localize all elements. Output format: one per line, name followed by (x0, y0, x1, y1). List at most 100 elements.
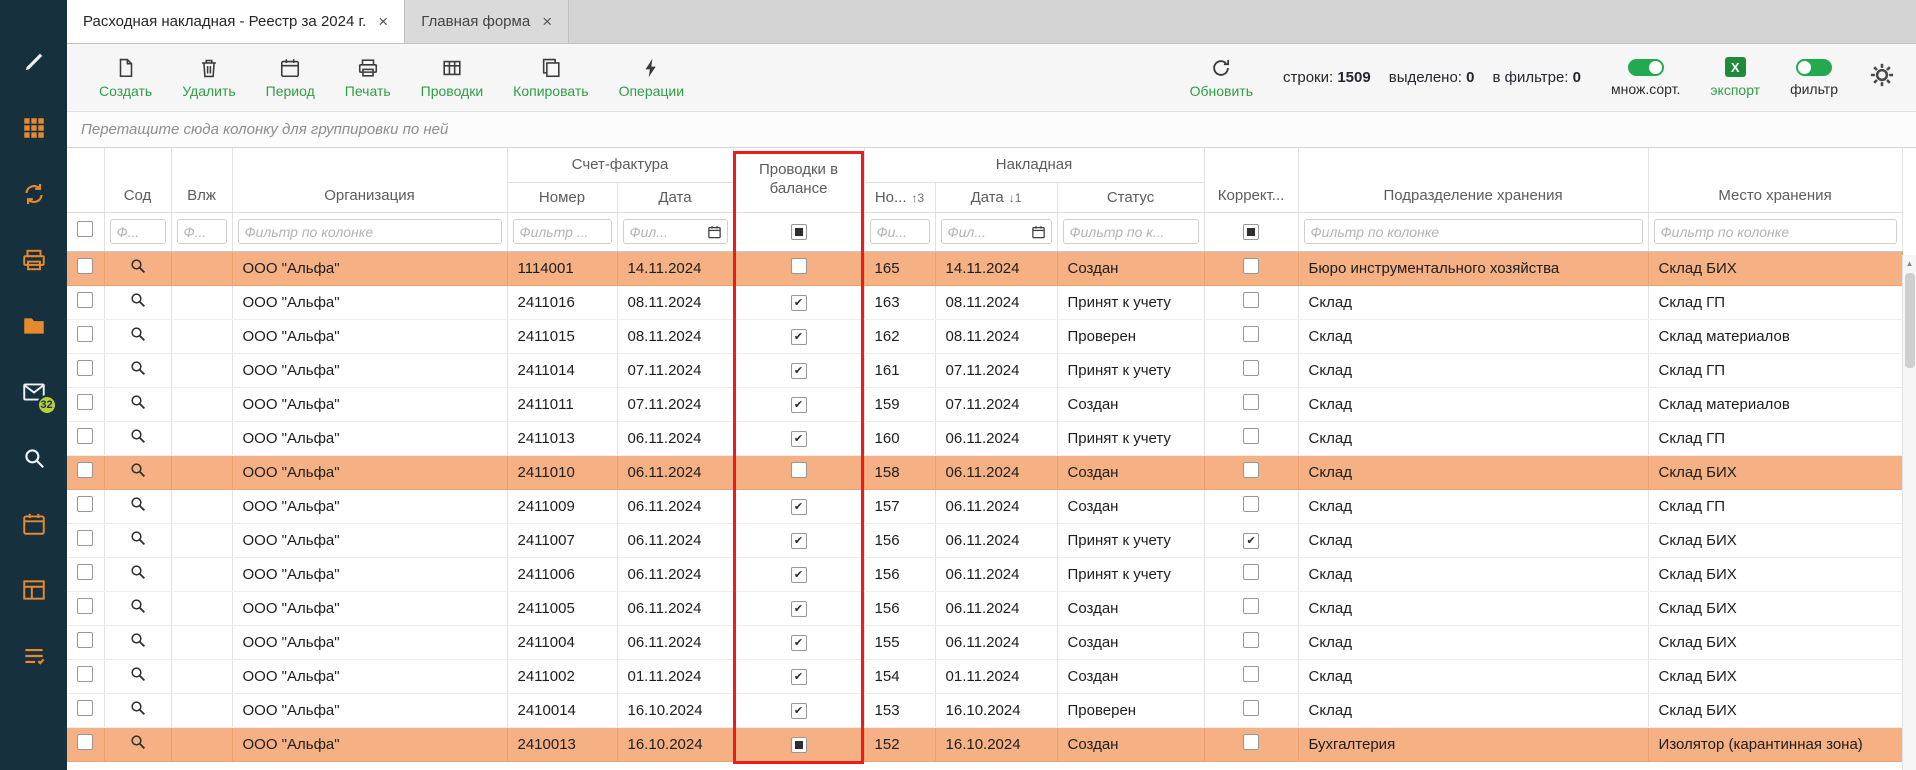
table-row[interactable]: ООО "Альфа"241001416.10.2024✔15316.10.20… (67, 693, 1902, 727)
folder-icon[interactable] (20, 312, 48, 340)
open-record-magnifier-icon[interactable] (129, 325, 147, 343)
correction-checkbox[interactable] (1243, 598, 1259, 614)
mail-icon[interactable]: 32 (20, 378, 48, 406)
row-select-checkbox[interactable] (77, 360, 93, 376)
correction-checkbox[interactable] (1243, 564, 1259, 580)
balance-checkbox[interactable]: ✔ (791, 499, 807, 515)
open-record-magnifier-icon[interactable] (129, 563, 147, 581)
table-row[interactable]: ООО "Альфа"241100906.11.2024✔15706.11.20… (67, 489, 1902, 523)
table-row[interactable]: ООО "Альфа"241101006.11.202415806.11.202… (67, 455, 1902, 489)
balance-checkbox[interactable]: ✔ (791, 601, 807, 617)
col-header-correction[interactable]: Коррект... (1204, 148, 1298, 212)
correction-checkbox[interactable] (1243, 292, 1259, 308)
open-record-magnifier-icon[interactable] (129, 291, 147, 309)
open-record-magnifier-icon[interactable] (129, 257, 147, 275)
delete-button[interactable]: Удалить (182, 57, 235, 99)
correction-checkbox[interactable] (1243, 258, 1259, 274)
row-select-checkbox[interactable] (77, 428, 93, 444)
open-record-magnifier-icon[interactable] (129, 733, 147, 751)
checklist-icon[interactable] (20, 642, 48, 670)
settings-gear-icon[interactable] (1868, 61, 1896, 94)
row-select-checkbox[interactable] (77, 258, 93, 274)
open-record-magnifier-icon[interactable] (129, 427, 147, 445)
row-select-checkbox[interactable] (77, 734, 93, 750)
balance-checkbox[interactable]: ✔ (791, 431, 807, 447)
row-select-checkbox[interactable] (77, 326, 93, 342)
row-select-checkbox[interactable] (77, 530, 93, 546)
balance-checkbox[interactable]: ✔ (791, 635, 807, 651)
calendar-icon[interactable] (20, 510, 48, 538)
filter-place-input[interactable] (1654, 219, 1897, 244)
filter-status-input[interactable] (1063, 219, 1199, 244)
correction-checkbox[interactable] (1243, 632, 1259, 648)
col-header-invoice-number[interactable]: Номер (507, 182, 617, 212)
correction-checkbox[interactable] (1243, 326, 1259, 342)
table-row[interactable]: ООО "Альфа"241101508.11.2024✔16208.11.20… (67, 319, 1902, 353)
filter-vlozh-input[interactable] (177, 219, 227, 244)
row-select-checkbox[interactable] (77, 666, 93, 682)
period-button[interactable]: Период (266, 57, 315, 99)
col-header-invoice-date[interactable]: Дата (617, 182, 733, 212)
table-row[interactable]: ООО "Альфа"241001316.10.202415216.10.202… (67, 727, 1902, 761)
correction-checkbox[interactable]: ✔ (1243, 533, 1259, 549)
scroll-thumb[interactable] (1905, 273, 1915, 368)
sync-icon[interactable] (20, 180, 48, 208)
correction-checkbox[interactable] (1243, 496, 1259, 512)
balance-checkbox[interactable]: ✔ (791, 295, 807, 311)
balance-checkbox[interactable] (791, 462, 807, 478)
tab-registry-2024[interactable]: Расходная накладная - Реестр за 2024 г. … (67, 0, 405, 43)
calendar-picker-icon[interactable] (1031, 224, 1046, 239)
close-icon[interactable]: × (378, 13, 388, 30)
table-row[interactable]: ООО "Альфа"241100406.11.2024✔15506.11.20… (67, 625, 1902, 659)
open-record-magnifier-icon[interactable] (129, 393, 147, 411)
open-record-magnifier-icon[interactable] (129, 631, 147, 649)
correction-checkbox[interactable] (1243, 666, 1259, 682)
table-row[interactable]: ООО "Альфа"241101107.11.2024✔15907.11.20… (67, 387, 1902, 421)
balance-checkbox[interactable]: ✔ (791, 397, 807, 413)
close-icon[interactable]: × (542, 13, 552, 30)
row-select-checkbox[interactable] (77, 632, 93, 648)
modules-grid-icon[interactable] (20, 114, 48, 142)
group-by-bar[interactable]: Перетащите сюда колонку для группировки … (67, 112, 1916, 148)
filter-correction-checkbox[interactable] (1243, 224, 1259, 240)
postings-button[interactable]: Проводки (421, 57, 484, 99)
filter-sod-input[interactable] (110, 219, 166, 244)
search-icon[interactable] (20, 444, 48, 472)
correction-checkbox[interactable] (1243, 462, 1259, 478)
copy-button[interactable]: Копировать (513, 57, 588, 99)
balance-checkbox[interactable]: ✔ (791, 329, 807, 345)
table-row[interactable]: ООО "Альфа"241100506.11.2024✔15606.11.20… (67, 591, 1902, 625)
open-record-magnifier-icon[interactable] (129, 529, 147, 547)
balance-checkbox[interactable]: ✔ (791, 567, 807, 583)
table-row[interactable]: ООО "Альфа"241101407.11.2024✔16107.11.20… (67, 353, 1902, 387)
balance-checkbox[interactable]: ✔ (791, 703, 807, 719)
refresh-button[interactable]: Обновить (1190, 57, 1253, 99)
table-row[interactable]: ООО "Альфа"111400114.11.202416514.11.202… (67, 251, 1902, 285)
table-row[interactable]: ООО "Альфа"241100606.11.2024✔15606.11.20… (67, 557, 1902, 591)
edit-pencil-icon[interactable] (20, 48, 48, 76)
row-select-checkbox[interactable] (77, 564, 93, 580)
table-row[interactable]: ООО "Альфа"241101608.11.2024✔16308.11.20… (67, 285, 1902, 319)
col-header-sod[interactable]: Сод (104, 148, 171, 212)
scroll-up-arrow[interactable]: ▲ (1903, 255, 1916, 271)
col-header-waybill-date[interactable]: Дата↓1 (935, 182, 1057, 212)
col-header-organization[interactable]: Организация (232, 148, 507, 212)
create-button[interactable]: Создать (99, 57, 152, 99)
balance-checkbox[interactable]: ✔ (791, 363, 807, 379)
row-select-checkbox[interactable] (77, 394, 93, 410)
table-row[interactable]: ООО "Альфа"241100706.11.2024✔15606.11.20… (67, 523, 1902, 557)
filter-balance-checkbox[interactable] (791, 224, 807, 240)
tab-main-form[interactable]: Главная форма × (405, 0, 569, 43)
select-all-checkbox[interactable] (77, 221, 93, 237)
correction-checkbox[interactable] (1243, 700, 1259, 716)
filter-waybill-number-input[interactable] (870, 219, 930, 244)
col-header-storage-place[interactable]: Место хранения (1648, 148, 1902, 212)
balance-checkbox[interactable] (791, 737, 807, 753)
balance-checkbox[interactable]: ✔ (791, 669, 807, 685)
open-record-magnifier-icon[interactable] (129, 359, 147, 377)
print-button[interactable]: Печать (345, 57, 391, 99)
correction-checkbox[interactable] (1243, 428, 1259, 444)
open-record-magnifier-icon[interactable] (129, 597, 147, 615)
printer-icon[interactable] (20, 246, 48, 274)
col-header-waybill-number[interactable]: Но...↑3 (864, 182, 935, 212)
